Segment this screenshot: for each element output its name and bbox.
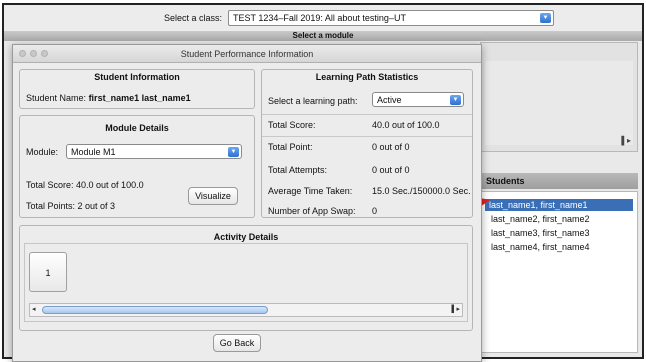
student-name-row: Student Name: first_name1 last_name1: [26, 93, 191, 103]
class-dropdown-value: TEST 1234–Fall 2019: All about testing–U…: [233, 13, 406, 23]
lp-total-attempts-value: 0 out of 0: [372, 165, 410, 175]
divider: [262, 114, 472, 115]
learning-path-dropdown-value: Active: [377, 95, 402, 105]
activity-item-1[interactable]: 1: [29, 252, 67, 292]
student-item-4[interactable]: last_name4, first_name4: [487, 241, 594, 253]
visualize-button[interactable]: Visualize: [188, 187, 238, 205]
learning-path-dropdown[interactable]: Active ▼: [372, 92, 464, 107]
students-header: Students: [480, 173, 638, 189]
module-total-points: Total Points: 2 out of 3: [26, 201, 116, 211]
module-dropdown-value: Module M1: [71, 147, 116, 157]
lp-avg-time-label: Average Time Taken:: [268, 186, 353, 196]
class-dropdown[interactable]: TEST 1234–Fall 2019: All about testing–U…: [228, 10, 554, 26]
student-item-2[interactable]: last_name2, first_name2: [487, 213, 594, 225]
module-dropdown[interactable]: Module M1 ▼: [66, 144, 242, 159]
student-name-value: first_name1 last_name1: [88, 93, 191, 103]
student-name-label: Student Name:: [26, 93, 87, 103]
minimize-window-button[interactable]: [30, 50, 37, 57]
lp-total-point-label: Total Point:: [268, 142, 313, 152]
horizontal-scrollbar[interactable]: ◂ ▌▸: [29, 303, 463, 317]
lp-total-score-value: 40.0 out of 100.0: [372, 120, 440, 130]
student-performance-dialog: Student Performance Information Student …: [12, 44, 482, 362]
lp-app-swap-label: Number of App Swap:: [268, 206, 356, 216]
scroll-right-icon[interactable]: ▌▸: [452, 305, 460, 313]
app-window: Select a class: TEST 1234–Fall 2019: All…: [2, 3, 644, 362]
chevron-down-icon[interactable]: ▼: [228, 147, 239, 157]
module-list-area: [485, 61, 633, 145]
activity-details-panel: Activity Details 1 ◂ ▌▸: [19, 225, 473, 331]
go-back-button[interactable]: Go Back: [213, 334, 261, 352]
student-info-panel: Student Information Student Name: first_…: [19, 69, 255, 109]
chevron-down-icon[interactable]: ▼: [540, 13, 551, 23]
scroll-right-icon[interactable]: ▌▸: [621, 136, 631, 145]
module-details-heading: Module Details: [105, 123, 169, 133]
lp-total-attempts-label: Total Attempts:: [268, 165, 328, 175]
module-label: Module:: [26, 147, 59, 157]
lp-avg-time-value: 15.0 Sec./150000.0 Sec.: [372, 186, 471, 196]
students-list[interactable]: last_name1, first_name1 last_name2, firs…: [480, 191, 638, 353]
dialog-titlebar: Student Performance Information: [13, 45, 481, 63]
class-label: Select a class:: [164, 13, 223, 23]
module-section-header: Select a module: [4, 31, 642, 41]
lp-total-score-label: Total Score:: [268, 120, 316, 130]
activity-scroll-area: 1 ◂ ▌▸: [24, 243, 468, 322]
student-item-1[interactable]: last_name1, first_name1: [485, 199, 633, 211]
lp-select-label: Select a learning path:: [268, 96, 358, 106]
lp-total-point-value: 0 out of 0: [372, 142, 410, 152]
lp-stats-heading: Learning Path Statistics: [315, 72, 419, 82]
scroll-left-icon[interactable]: ◂: [32, 305, 36, 313]
divider: [262, 136, 472, 137]
student-info-heading: Student Information: [94, 72, 180, 82]
module-list-panel: ▌▸: [480, 42, 638, 152]
lp-app-swap-value: 0: [372, 206, 378, 216]
module-details-panel: Module Details Module: Module M1 ▼ Total…: [19, 115, 255, 218]
module-total-score: Total Score: 40.0 out of 100.0: [26, 180, 144, 190]
chevron-down-icon[interactable]: ▼: [450, 95, 461, 105]
student-item-3[interactable]: last_name3, first_name3: [487, 227, 594, 239]
dialog-title: Student Performance Information: [180, 49, 314, 59]
scrollbar-thumb[interactable]: [42, 306, 268, 314]
learning-path-stats-panel: Learning Path Statistics Select a learni…: [261, 69, 473, 218]
close-window-button[interactable]: [19, 50, 26, 57]
zoom-window-button[interactable]: [41, 50, 48, 57]
activity-details-heading: Activity Details: [213, 232, 279, 242]
class-selector-bar: Select a class: TEST 1234–Fall 2019: All…: [4, 5, 642, 31]
